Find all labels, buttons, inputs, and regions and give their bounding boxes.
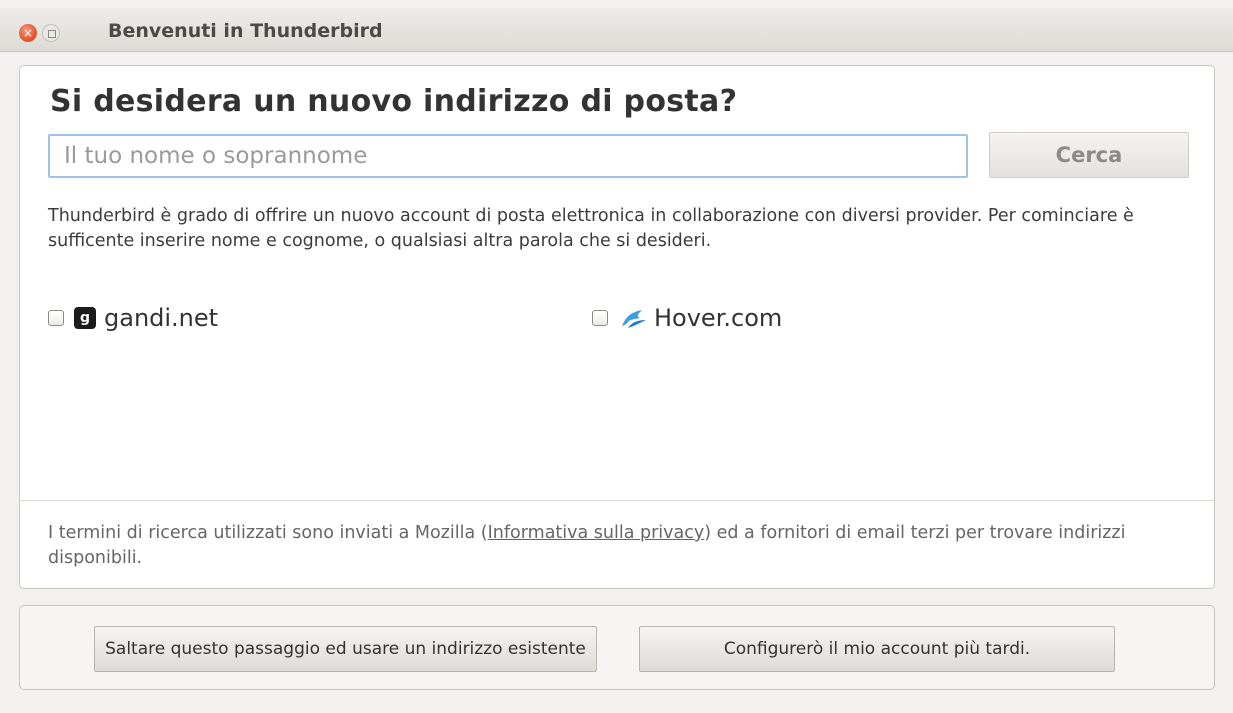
search-button[interactable]: Cerca xyxy=(989,132,1189,178)
close-window-button[interactable]: × xyxy=(19,24,37,42)
divider xyxy=(20,500,1214,501)
hover-logo-icon xyxy=(622,310,646,328)
maximize-window-button[interactable] xyxy=(42,24,60,42)
page-title: Si desidera un nuovo indirizzo di posta? xyxy=(50,84,738,119)
name-search-input[interactable] xyxy=(48,134,968,178)
window-title: Benvenuti in Thunderbird xyxy=(108,20,383,42)
provider-checkbox-gandi[interactable] xyxy=(48,310,64,326)
provider-label-gandi: gandi.net xyxy=(104,304,219,332)
description-text: Thunderbird è grado di offrire un nuovo … xyxy=(48,206,1134,251)
privacy-text-before: I termini di ricerca utilizzati sono inv… xyxy=(48,523,488,543)
provider-label-hover: Hover.com xyxy=(654,304,783,332)
new-address-panel: Si desidera un nuovo indirizzo di posta?… xyxy=(19,65,1215,589)
provider-option-hover[interactable]: Hover.com xyxy=(592,304,782,332)
privacy-policy-link[interactable]: Informativa sulla privacy xyxy=(488,523,705,543)
provider-option-gandi[interactable]: g gandi.net xyxy=(48,304,218,332)
privacy-note: I termini di ricerca utilizzati sono inv… xyxy=(48,521,1193,571)
configure-later-button[interactable]: Configurerò il mio account più tardi. xyxy=(639,626,1115,672)
gandi-logo-icon: g xyxy=(74,307,96,329)
close-icon: × xyxy=(22,26,34,40)
skip-use-existing-button[interactable]: Saltare questo passaggio ed usare un ind… xyxy=(94,626,597,672)
provider-checkbox-hover[interactable] xyxy=(592,310,608,326)
action-bar: Saltare questo passaggio ed usare un ind… xyxy=(19,605,1215,690)
title-bar: × Benvenuti in Thunderbird xyxy=(0,8,1233,52)
